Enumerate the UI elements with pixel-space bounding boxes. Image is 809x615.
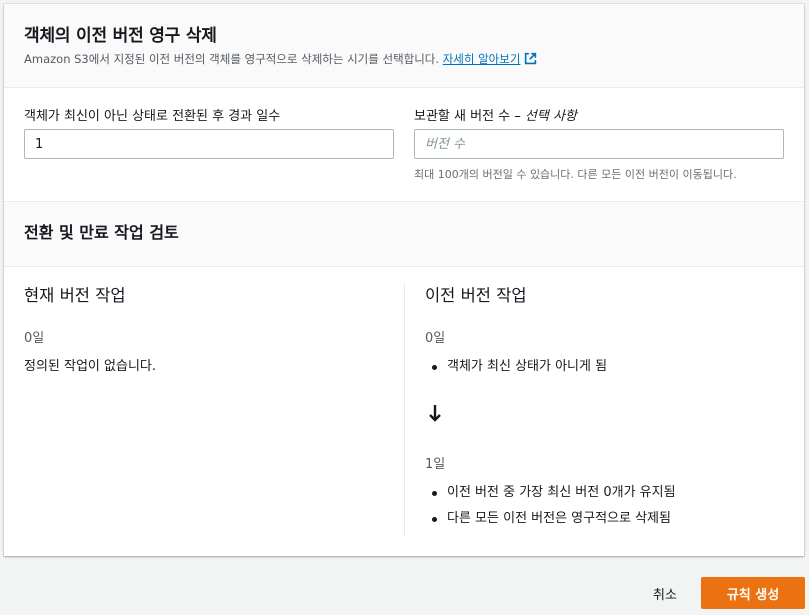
description-text: Amazon S3에서 지정된 이전 버전의 객체를 영구적으로 삭제하는 시기…	[24, 52, 440, 66]
learn-more-link[interactable]: 자세히 알아보기	[443, 52, 521, 66]
external-link-icon[interactable]	[524, 52, 537, 68]
days-input[interactable]	[24, 129, 394, 159]
section-description: Amazon S3에서 지정된 이전 버전의 객체를 영구적으로 삭제하는 시기…	[24, 51, 537, 68]
current-day-label: 0일	[24, 331, 45, 346]
versions-hint: 최대 100개의 버전일 수 있습니다. 다른 모든 이전 버전이 이동됩니다.	[414, 168, 737, 181]
list-item: 객체가 최신 상태가 아니게 됨	[425, 358, 607, 384]
versions-input[interactable]	[414, 129, 784, 159]
previous-step1-day: 0일	[425, 331, 446, 346]
section-title: 객체의 이전 버전 영구 삭제	[24, 26, 217, 46]
previous-step2-list: 이전 버전 중 가장 최신 버전 0개가 유지됨 다른 모든 이전 버전은 영구…	[425, 484, 676, 536]
current-empty-text: 정의된 작업이 없습니다.	[24, 359, 156, 374]
previous-version-title: 이전 버전 작업	[425, 286, 527, 305]
cancel-button[interactable]: 취소	[640, 578, 690, 608]
create-rule-button[interactable]: 규칙 생성	[701, 577, 805, 609]
versions-label: 보관할 새 버전 수 – 선택 사항	[414, 109, 577, 124]
column-divider	[404, 282, 405, 537]
previous-step2-day: 1일	[425, 457, 446, 472]
section-header: 객체의 이전 버전 영구 삭제 Amazon S3에서 지정된 이전 버전의 객…	[4, 4, 804, 88]
days-label: 객체가 최신이 아닌 상태로 전환된 후 경과 일수	[24, 109, 281, 124]
previous-step1-list: 객체가 최신 상태가 아니게 됨	[425, 358, 607, 384]
review-header: 전환 및 만료 작업 검토	[4, 201, 804, 267]
review-title: 전환 및 만료 작업 검토	[24, 223, 179, 242]
list-item: 다른 모든 이전 버전은 영구적으로 삭제됨	[425, 510, 676, 536]
list-item: 이전 버전 중 가장 최신 버전 0개가 유지됨	[425, 484, 676, 510]
current-version-title: 현재 버전 작업	[24, 286, 126, 305]
optional-tag: – 선택 사항	[514, 109, 577, 124]
arrow-down-icon	[428, 404, 442, 426]
expiration-card: 객체의 이전 버전 영구 삭제 Amazon S3에서 지정된 이전 버전의 객…	[4, 4, 804, 556]
